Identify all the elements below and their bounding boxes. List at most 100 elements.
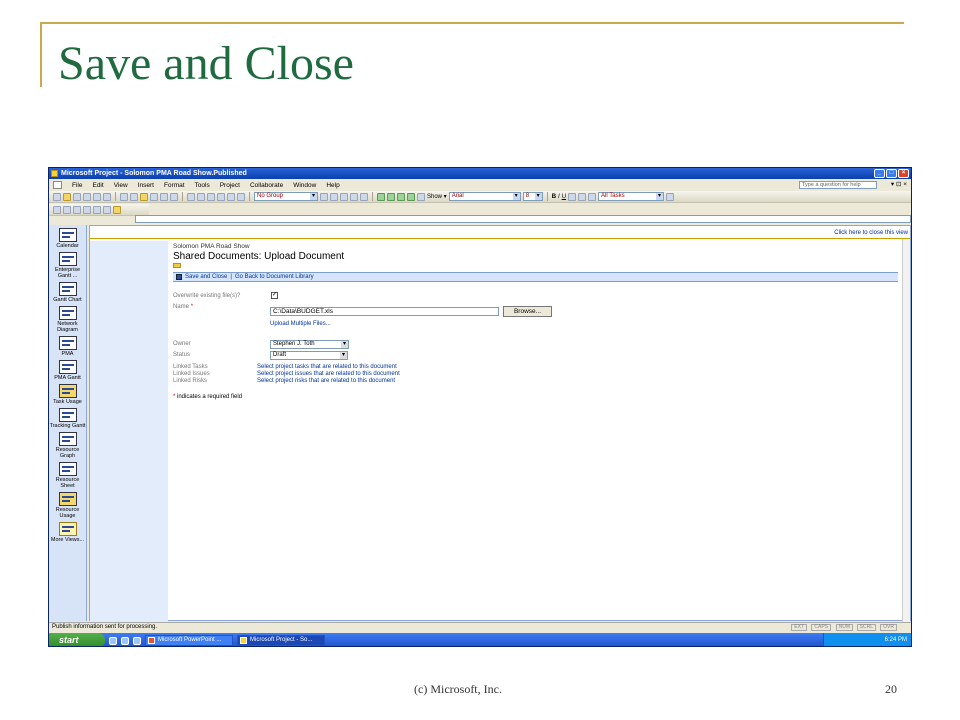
- outdent-icon[interactable]: [407, 192, 415, 201]
- view-pma[interactable]: PMA: [49, 336, 86, 357]
- menu-file[interactable]: File: [72, 182, 82, 189]
- status-message: Publish information sent for processing.: [52, 624, 158, 630]
- minimize-button[interactable]: _: [874, 169, 885, 178]
- resources-icon[interactable]: [93, 205, 101, 214]
- menu-tools[interactable]: Tools: [195, 182, 210, 189]
- vertical-scrollbar[interactable]: [902, 239, 910, 622]
- ie-icon[interactable]: [121, 636, 129, 645]
- close-view-link[interactable]: Click here to close this view: [834, 230, 908, 236]
- owner-select[interactable]: Stephen J. Toth: [270, 340, 349, 349]
- bold-button[interactable]: B: [552, 194, 556, 200]
- menu-format[interactable]: Format: [164, 182, 185, 189]
- name-input[interactable]: C:\Data\BUDGET.xls: [270, 307, 499, 316]
- font-size-select[interactable]: 8: [522, 192, 543, 201]
- taskbar-project[interactable]: Microsoft Project - So...: [237, 635, 325, 646]
- overwrite-checkbox[interactable]: ✓: [271, 292, 278, 299]
- arrows-icon[interactable]: [83, 205, 91, 214]
- view-network-diagram[interactable]: Network Diagram: [49, 306, 86, 333]
- view-task-usage[interactable]: Task Usage: [49, 384, 86, 405]
- zoom-in-icon[interactable]: [320, 192, 328, 201]
- view-resource-graph[interactable]: Resource Graph: [49, 432, 86, 459]
- align-center-icon[interactable]: [578, 192, 587, 201]
- link-icon[interactable]: [187, 192, 195, 201]
- clock: 6:24 PM: [884, 637, 907, 643]
- menu-project[interactable]: Project: [220, 182, 240, 189]
- menu-edit[interactable]: Edit: [92, 182, 103, 189]
- maximize-button[interactable]: □: [886, 169, 897, 178]
- show-menu[interactable]: Show ▾: [427, 193, 447, 200]
- desktop-icon[interactable]: [109, 636, 117, 645]
- redo-icon[interactable]: [170, 192, 178, 201]
- menu-window[interactable]: Window: [293, 182, 316, 189]
- copy-picture-icon[interactable]: [350, 192, 358, 201]
- linked-risks-link[interactable]: Select project risks that are related to…: [257, 378, 395, 384]
- save-and-close-link[interactable]: Save and Close: [185, 274, 227, 280]
- linked-tasks-link[interactable]: Select project tasks that are related to…: [257, 364, 397, 370]
- arrow-right-icon[interactable]: [387, 192, 395, 201]
- view-tracking-gantt[interactable]: Tracking Gantt: [49, 408, 86, 429]
- menu-view[interactable]: View: [114, 182, 128, 189]
- copy-icon[interactable]: [130, 192, 138, 201]
- footer-copyright: (c) Microsoft, Inc.: [414, 682, 502, 696]
- breadcrumb[interactable]: Solomon PMA Road Show: [173, 243, 250, 250]
- issues-icon[interactable]: [113, 205, 121, 214]
- menu-help[interactable]: Help: [326, 182, 339, 189]
- split-icon[interactable]: [207, 192, 215, 201]
- new-icon[interactable]: [53, 192, 61, 201]
- publish-icon[interactable]: [53, 205, 61, 214]
- help-search-input[interactable]: Type a question for help: [799, 181, 877, 189]
- menu-collaborate[interactable]: Collaborate: [250, 182, 283, 189]
- format-painter-icon[interactable]: [150, 192, 158, 201]
- view-pma-gantt[interactable]: PMA Gantt: [49, 360, 86, 381]
- document-icon[interactable]: [53, 181, 62, 189]
- view-resource-sheet[interactable]: Resource Sheet: [49, 462, 86, 489]
- autofilter-icon[interactable]: [666, 192, 675, 201]
- zoom-out-icon[interactable]: [330, 192, 338, 201]
- print-preview-icon[interactable]: [93, 192, 101, 201]
- notes-icon[interactable]: [227, 192, 235, 201]
- align-right-icon[interactable]: [588, 192, 597, 201]
- close-button[interactable]: ×: [898, 169, 909, 178]
- linked-issues-link[interactable]: Select project issues that are related t…: [257, 371, 400, 377]
- assign-icon[interactable]: [237, 192, 245, 201]
- show-subtasks-icon[interactable]: [417, 192, 425, 201]
- outlook-icon[interactable]: [133, 636, 141, 645]
- browse-button[interactable]: Browse...: [503, 306, 552, 317]
- view-gantt-chart[interactable]: Gantt Chart: [49, 282, 86, 303]
- publish-all-icon[interactable]: [63, 205, 71, 214]
- goto-task-icon[interactable]: [340, 192, 348, 201]
- documents-icon[interactable]: [103, 205, 111, 214]
- task-usage-icon: [58, 384, 77, 398]
- filter-select[interactable]: All Tasks: [598, 192, 665, 201]
- italic-button[interactable]: I: [558, 194, 560, 200]
- underline-button[interactable]: U: [562, 194, 566, 200]
- upload-multiple-link[interactable]: Upload Multiple Files...: [270, 321, 331, 327]
- arrow-left-icon[interactable]: [377, 192, 385, 201]
- menu-insert[interactable]: Insert: [138, 182, 154, 189]
- task-info-icon[interactable]: [217, 192, 225, 201]
- start-button[interactable]: start: [49, 633, 105, 646]
- indent-icon[interactable]: [397, 192, 405, 201]
- undo-icon[interactable]: [160, 192, 168, 201]
- menu-window-controls[interactable]: ▾ ⊡ ×: [891, 180, 907, 188]
- taskbar-powerpoint[interactable]: Microsoft PowerPoint ...: [145, 635, 233, 646]
- view-calendar[interactable]: Calendar: [49, 228, 86, 249]
- print-icon[interactable]: [83, 192, 91, 201]
- unlink-icon[interactable]: [197, 192, 205, 201]
- cut-icon[interactable]: [120, 192, 128, 201]
- font-select[interactable]: Arial: [448, 192, 521, 201]
- update-icon[interactable]: [73, 205, 81, 214]
- paste-icon[interactable]: [140, 192, 148, 201]
- view-enterprise-gantt[interactable]: Enterprise Gantt ...: [49, 252, 86, 279]
- open-icon[interactable]: [63, 192, 71, 201]
- view-more-views[interactable]: More Views...: [49, 522, 86, 543]
- group-select[interactable]: No Group: [254, 192, 318, 201]
- address-bar[interactable]: [135, 215, 911, 223]
- view-resource-usage[interactable]: Resource Usage: [49, 492, 86, 519]
- save-icon[interactable]: [73, 192, 81, 201]
- help-icon[interactable]: [360, 192, 368, 201]
- align-left-icon[interactable]: [568, 192, 577, 201]
- go-back-link[interactable]: Go Back to Document Library: [235, 274, 314, 280]
- status-select[interactable]: Draft: [270, 351, 348, 360]
- spelling-icon[interactable]: [103, 192, 111, 201]
